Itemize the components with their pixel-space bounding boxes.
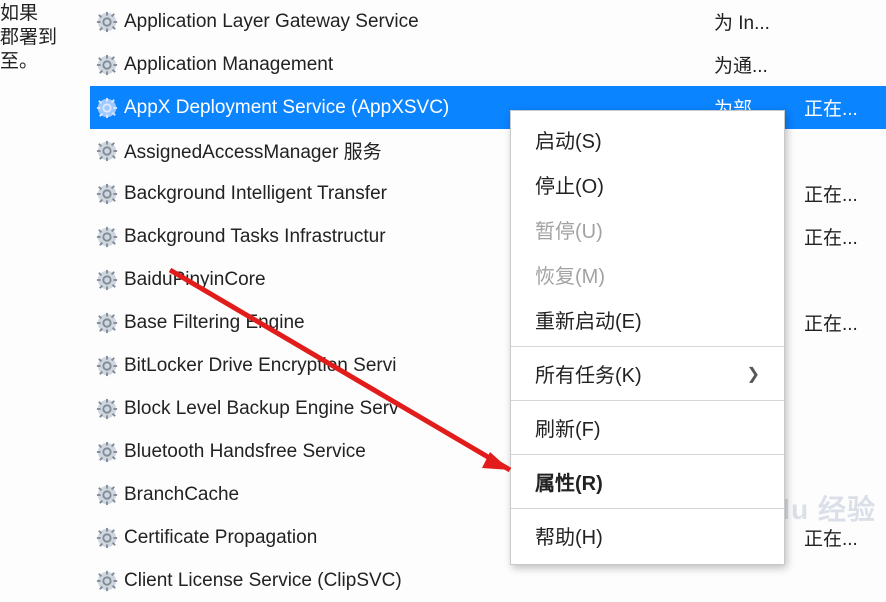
menu-item-label: 启动(S) (535, 125, 602, 154)
cropped-left-text: 如果 郡署到 至。 (0, 0, 70, 74)
menu-item[interactable]: 启动(S) (511, 117, 784, 162)
menu-item-label: 所有任务(K) (535, 359, 642, 388)
gear-icon (96, 441, 118, 463)
service-desc: 为通... (714, 51, 804, 78)
service-icon-cell (90, 398, 124, 420)
menu-item[interactable]: 属性(R) (511, 459, 784, 504)
gear-icon (96, 54, 118, 76)
service-icon-cell (90, 140, 124, 162)
chevron-right-icon: ❯ (747, 364, 760, 384)
service-row[interactable]: Application Layer Gateway Service 为 In..… (90, 0, 886, 43)
gear-icon (96, 484, 118, 506)
gear-icon (96, 97, 118, 119)
service-row[interactable]: Application Management 为通... (90, 43, 886, 86)
menu-separator (511, 508, 784, 509)
gear-icon (96, 570, 118, 592)
menu-item[interactable]: 停止(O) (511, 162, 784, 207)
menu-item-label: 刷新(F) (535, 413, 601, 442)
menu-separator (511, 346, 784, 347)
service-name: Application Layer Gateway Service (124, 11, 714, 33)
menu-item: 恢复(M) (511, 252, 784, 297)
service-icon-cell (90, 312, 124, 334)
service-icon-cell (90, 11, 124, 33)
service-icon-cell (90, 54, 124, 76)
service-name: Client License Service (ClipSVC) (124, 570, 714, 592)
menu-item-label: 恢复(M) (535, 260, 605, 289)
menu-item-label: 帮助(H) (535, 521, 603, 550)
service-icon-cell (90, 183, 124, 205)
menu-item-label: 属性(R) (535, 467, 603, 496)
menu-item[interactable]: 重新启动(E) (511, 297, 784, 342)
service-status: 正在... (804, 180, 886, 207)
menu-item-label: 暂停(U) (535, 215, 603, 244)
service-status: 正在... (804, 309, 886, 336)
service-icon-cell (90, 355, 124, 377)
service-status: 正在... (804, 223, 886, 250)
menu-item-label: 停止(O) (535, 170, 604, 199)
gear-icon (96, 527, 118, 549)
gear-icon (96, 398, 118, 420)
service-icon-cell (90, 570, 124, 592)
service-icon-cell (90, 441, 124, 463)
service-icon-cell (90, 97, 124, 119)
service-desc: 为 In... (714, 8, 804, 35)
service-row[interactable]: Client License Service (ClipSVC) (90, 559, 886, 602)
gear-icon (96, 226, 118, 248)
gear-icon (96, 355, 118, 377)
gear-icon (96, 183, 118, 205)
service-status: 正在... (804, 524, 886, 551)
menu-item: 暂停(U) (511, 207, 784, 252)
service-icon-cell (90, 226, 124, 248)
menu-item[interactable]: 刷新(F) (511, 405, 784, 450)
gear-icon (96, 11, 118, 33)
menu-separator (511, 454, 784, 455)
service-icon-cell (90, 269, 124, 291)
gear-icon (96, 312, 118, 334)
gear-icon (96, 140, 118, 162)
menu-separator (511, 400, 784, 401)
service-icon-cell (90, 484, 124, 506)
service-status: 正在... (804, 94, 886, 121)
gear-icon (96, 269, 118, 291)
service-icon-cell (90, 527, 124, 549)
menu-item[interactable]: 所有任务(K) ❯ (511, 351, 784, 396)
menu-item[interactable]: 帮助(H) (511, 513, 784, 558)
menu-item-label: 重新启动(E) (535, 305, 642, 334)
service-name: Application Management (124, 54, 714, 76)
context-menu[interactable]: 启动(S) 停止(O) 暂停(U) 恢复(M) 重新启动(E) 所有任务(K) ❯ 刷新(F)… (510, 110, 785, 565)
